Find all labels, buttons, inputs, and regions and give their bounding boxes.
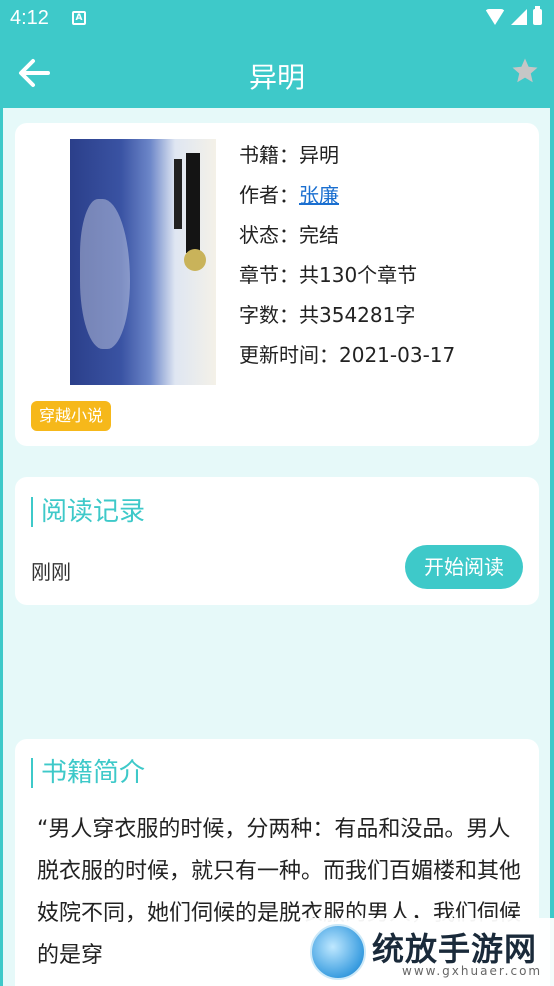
signal-icon [511, 9, 527, 25]
author-row: 作者：张廉 [239, 181, 455, 221]
book-cover[interactable] [70, 139, 216, 385]
chapters-value: 共130个章节 [299, 263, 418, 287]
favorite-star-icon[interactable] [510, 56, 540, 86]
cover-title-stroke [186, 153, 200, 253]
battery-icon [533, 6, 542, 25]
watermark-overlay: 统放手游网 www.gxhuaer.com [302, 918, 554, 986]
watermark-url: www.gxhuaer.com [402, 964, 543, 978]
app-bar: 异明 [0, 38, 554, 108]
book-details: 书籍：异明 作者：张廉 状态：完结 章节：共130个章节 字数：共354281字… [239, 141, 455, 381]
book-intro-title: 书籍简介 [31, 758, 145, 788]
reading-record-card: 阅读记录 刚刚 开始阅读 [15, 477, 539, 605]
cover-art-splash [80, 199, 130, 349]
status-row: 状态：完结 [239, 221, 455, 261]
chapters-label: 章节： [239, 263, 299, 287]
wifi-icon [485, 9, 505, 25]
last-read-time: 刚刚 [31, 560, 71, 584]
status-value: 完结 [299, 223, 339, 247]
right-edge [550, 108, 554, 986]
cover-title-stroke-2 [174, 159, 182, 229]
genre-tag[interactable]: 穿越小说 [31, 401, 112, 431]
wordcount-value: 共354281字 [299, 303, 416, 327]
start-reading-button[interactable]: 开始阅读 [405, 545, 523, 589]
book-info-card: 书籍：异明 作者：张廉 状态：完结 章节：共130个章节 字数：共354281字… [15, 123, 539, 446]
book-name-value: 异明 [299, 143, 339, 167]
system-icons [485, 6, 542, 25]
book-name-row: 书籍：异明 [239, 141, 455, 181]
updated-value: 2021-03-17 [339, 343, 456, 367]
status-time: 4:12 [10, 7, 49, 29]
cover-art-flower [184, 249, 206, 271]
wordcount-label: 字数： [239, 303, 299, 327]
left-edge [0, 108, 3, 986]
status-label: 状态： [239, 223, 299, 247]
reading-record-title: 阅读记录 [31, 497, 145, 527]
updated-row: 更新时间：2021-03-17 [239, 341, 455, 381]
page-title: 异明 [248, 61, 305, 94]
octopus-logo-icon [310, 924, 366, 980]
book-name-label: 书籍： [239, 143, 299, 167]
status-bar: 4:12 A [0, 0, 554, 38]
notification-icon: A [72, 11, 86, 25]
author-label: 作者： [239, 183, 299, 207]
updated-label: 更新时间： [239, 343, 339, 367]
wordcount-row: 字数：共354281字 [239, 301, 455, 341]
author-link[interactable]: 张廉 [299, 183, 339, 207]
chapters-row: 章节：共130个章节 [239, 261, 455, 301]
